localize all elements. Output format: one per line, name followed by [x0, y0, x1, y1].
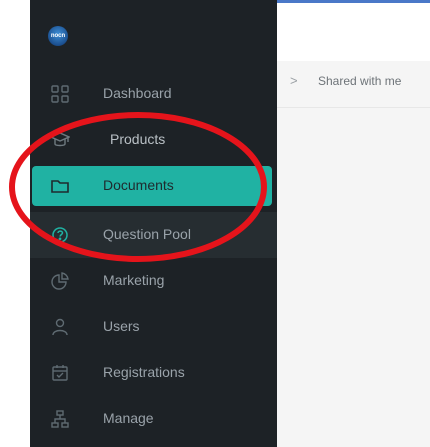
brand-logo[interactable]: nocn	[48, 26, 68, 46]
sidebar-item-label: Registrations	[103, 364, 185, 380]
sitemap-icon	[50, 409, 70, 429]
sidebar-item-documents[interactable]: Documents	[30, 163, 277, 209]
sidebar-item-label: Documents	[103, 177, 174, 193]
user-icon	[50, 317, 70, 337]
main-content	[277, 61, 430, 447]
pie-chart-icon	[50, 271, 70, 291]
calendar-check-icon	[50, 363, 70, 383]
sidebar-item-label: Dashboard	[103, 85, 172, 101]
sidebar-item-label: Marketing	[103, 272, 165, 288]
sidebar-item-label: Users	[103, 318, 140, 334]
sidebar-item-label: Products	[110, 131, 166, 147]
sidebar-item-label: Manage	[103, 410, 154, 426]
question-circle-icon	[50, 225, 70, 245]
sidebar-item-dashboard[interactable]: Dashboard	[30, 71, 277, 117]
sidebar-item-users[interactable]: Users	[30, 304, 277, 350]
sidebar-item-label: Question Pool	[103, 226, 191, 242]
chevron-right-icon: >	[290, 73, 298, 88]
sidebar-item-registrations[interactable]: Registrations	[30, 350, 277, 396]
graduation-cap-icon	[49, 130, 71, 150]
sidebar-item-question-pool[interactable]: Question Pool	[30, 212, 277, 258]
grid-icon	[50, 84, 70, 104]
left-margin	[0, 0, 30, 447]
sidebar-item-manage[interactable]: Manage	[30, 396, 277, 442]
breadcrumb-current[interactable]: Shared with me	[318, 74, 401, 88]
sidebar-item-products[interactable]: Products	[30, 117, 277, 163]
folder-icon	[50, 176, 70, 196]
sidebar-item-marketing[interactable]: Marketing	[30, 258, 277, 304]
top-bar	[277, 3, 430, 61]
